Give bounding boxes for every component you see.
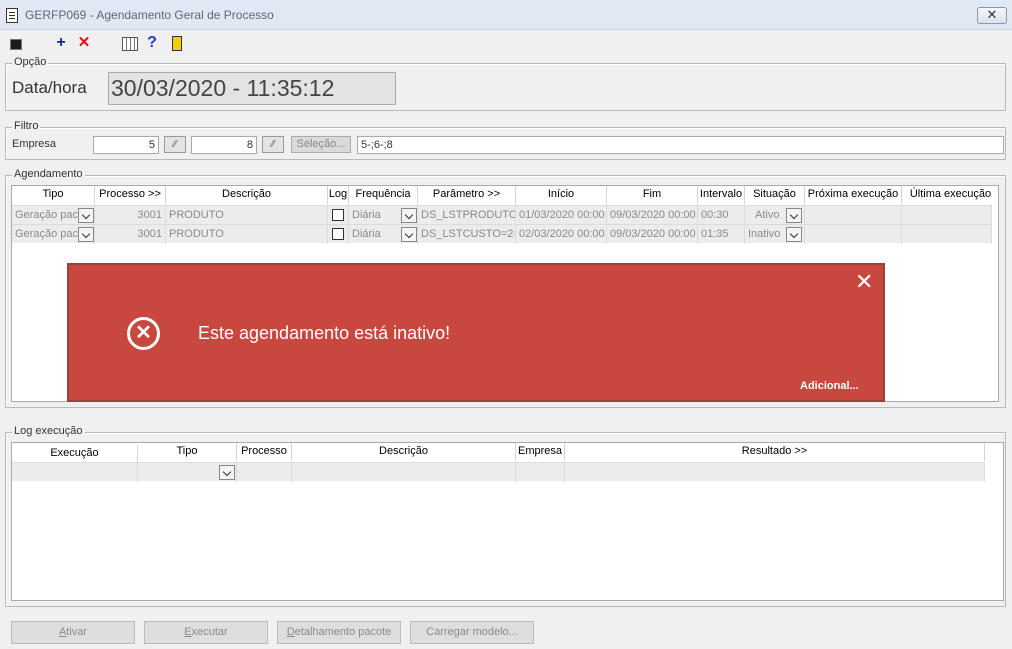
cell-fim[interactable]: 09/03/2020 00:00 bbox=[607, 225, 698, 244]
cell-intervalo[interactable]: 00:30 bbox=[698, 206, 745, 225]
cell-ultima-execucao[interactable] bbox=[902, 225, 992, 244]
executar-mnemonic: E bbox=[184, 626, 192, 638]
col-header-descricao[interactable]: Descrição bbox=[292, 443, 516, 461]
log-grid: Execução Tipo Processo Descrição Empresa… bbox=[11, 442, 1004, 601]
error-toast: ✕ Este agendamento está inativo! ✕ Adici… bbox=[67, 263, 885, 402]
agendamento-legend: Agendamento bbox=[12, 168, 85, 180]
cell-processo[interactable] bbox=[237, 463, 292, 482]
cell-proxima-execucao[interactable] bbox=[805, 225, 902, 244]
detalhamento-pacote-button[interactable]: Detalhamento pacote bbox=[277, 621, 401, 644]
document-icon bbox=[6, 8, 18, 23]
table-row[interactable]: Geração pacote 3001 PRODUTO Diária DS_LS… bbox=[12, 205, 992, 225]
empresa-to-input[interactable]: 8 bbox=[191, 136, 257, 154]
chevron-down-icon[interactable] bbox=[78, 208, 94, 223]
window-title: GERFP069 - Agendamento Geral de Processo bbox=[25, 8, 274, 22]
col-header-resultado[interactable]: Resultado >> bbox=[565, 443, 985, 461]
help-icon[interactable]: ? bbox=[144, 35, 160, 51]
col-header-log[interactable]: Log bbox=[328, 186, 349, 204]
selecao-button[interactable]: Seleção... bbox=[291, 136, 351, 153]
carregar-modelo-button[interactable]: Carregar modelo... bbox=[410, 621, 534, 644]
col-header-execucao[interactable]: Execução bbox=[12, 445, 138, 463]
datetime-label: Data/hora bbox=[12, 78, 87, 97]
detalhamento-label: etalhamento pacote bbox=[294, 626, 392, 638]
chevron-down-icon[interactable] bbox=[219, 465, 235, 480]
chevron-down-icon[interactable] bbox=[401, 208, 417, 223]
toast-close-icon[interactable]: ✕ bbox=[855, 271, 873, 293]
cell-inicio[interactable]: 01/03/2020 00:00 bbox=[516, 206, 607, 225]
chevron-down-icon[interactable] bbox=[401, 227, 417, 242]
calendar-icon[interactable] bbox=[121, 35, 138, 51]
cell-descricao[interactable]: PRODUTO bbox=[166, 206, 328, 225]
datetime-field: 30/03/2020 - 11:35:12 bbox=[108, 72, 396, 105]
chevron-down-icon[interactable] bbox=[786, 227, 802, 242]
table-row[interactable]: Geração pacote 3001 PRODUTO Diária DS_LS… bbox=[12, 224, 992, 244]
filtro-group: Filtro Empresa 5 ⁄⁄ 8 ⁄⁄ Seleção... 5-;6… bbox=[5, 120, 1006, 160]
log-checkbox[interactable] bbox=[332, 209, 344, 221]
cell-descricao[interactable] bbox=[292, 463, 516, 482]
cell-frequencia-text: Diária bbox=[352, 209, 381, 221]
log-group: Log execução Execução Tipo Processo Desc… bbox=[5, 425, 1006, 607]
table-row[interactable] bbox=[12, 462, 985, 482]
col-header-processo[interactable]: Processo bbox=[237, 443, 292, 461]
chevron-down-icon[interactable] bbox=[78, 227, 94, 242]
col-header-parametro[interactable]: Parâmetro >> bbox=[418, 186, 516, 204]
col-header-proxima-execucao[interactable]: Próxima execução bbox=[805, 186, 902, 204]
selecao-field[interactable]: 5-;6-;8 bbox=[357, 136, 1004, 154]
toast-message: Este agendamento está inativo! bbox=[198, 323, 451, 343]
empresa-to-lookup-icon[interactable]: ⁄⁄ bbox=[262, 136, 284, 153]
ativar-button[interactable]: Ativar bbox=[11, 621, 135, 644]
cell-situacao-text: Ativo bbox=[755, 209, 780, 221]
cell-inicio[interactable]: 02/03/2020 00:00 bbox=[516, 225, 607, 244]
chevron-down-icon[interactable] bbox=[786, 208, 802, 223]
col-header-ultima-execucao[interactable]: Última execução bbox=[902, 186, 998, 204]
col-header-tipo[interactable]: Tipo bbox=[138, 443, 237, 461]
add-icon[interactable]: + bbox=[53, 35, 69, 51]
detalhamento-mnemonic: D bbox=[286, 626, 295, 638]
delete-icon[interactable]: ✕ bbox=[76, 35, 92, 51]
opcao-legend: Opção bbox=[12, 56, 49, 68]
cell-situacao-text: Inativo bbox=[748, 228, 781, 240]
cell-fim[interactable]: 09/03/2020 00:00 bbox=[607, 206, 698, 225]
cell-processo[interactable]: 3001 bbox=[95, 225, 166, 244]
col-header-processo[interactable]: Processo >> bbox=[95, 186, 166, 204]
col-header-descricao[interactable]: Descrição bbox=[166, 186, 328, 204]
cell-intervalo[interactable]: 01:35 bbox=[698, 225, 745, 244]
error-circle-icon: ✕ bbox=[127, 317, 160, 350]
title-bar: GERFP069 - Agendamento Geral de Processo… bbox=[0, 0, 1012, 30]
ativar-label: tivar bbox=[66, 626, 88, 638]
toast-more-link[interactable]: Adicional... bbox=[800, 380, 859, 392]
cell-execucao[interactable] bbox=[12, 463, 138, 482]
col-header-situacao[interactable]: Situação bbox=[745, 186, 805, 204]
executar-button[interactable]: Executar bbox=[144, 621, 268, 644]
cell-ultima-execucao[interactable] bbox=[902, 206, 992, 225]
cell-processo[interactable]: 3001 bbox=[95, 206, 166, 225]
toolbar: + ✕ ? bbox=[0, 31, 1012, 55]
col-header-inicio[interactable]: Início bbox=[516, 186, 607, 204]
col-header-empresa[interactable]: Empresa bbox=[516, 443, 565, 461]
door-exit-icon[interactable] bbox=[169, 35, 185, 51]
cell-empresa[interactable] bbox=[516, 463, 565, 482]
filtro-legend: Filtro bbox=[12, 120, 41, 132]
executar-label: xecutar bbox=[191, 626, 228, 638]
empresa-from-lookup-icon[interactable]: ⁄⁄ bbox=[164, 136, 186, 153]
col-header-frequencia[interactable]: Frequência bbox=[349, 186, 418, 204]
cell-proxima-execucao[interactable] bbox=[805, 206, 902, 225]
col-header-fim[interactable]: Fim bbox=[607, 186, 698, 204]
log-checkbox[interactable] bbox=[332, 228, 344, 240]
exit-icon[interactable] bbox=[8, 35, 24, 51]
cell-parametro[interactable]: DS_LSTPRODUTO= bbox=[418, 206, 516, 225]
cell-descricao[interactable]: PRODUTO bbox=[166, 225, 328, 244]
window-close-button[interactable]: ✕ bbox=[977, 7, 1007, 24]
empresa-from-input[interactable]: 5 bbox=[93, 136, 159, 154]
cell-parametro[interactable]: DS_LSTCUSTO=2-; bbox=[418, 225, 516, 244]
log-legend: Log execução bbox=[12, 425, 85, 437]
cell-frequencia-text: Diária bbox=[352, 228, 381, 240]
opcao-group: Opção Data/hora 30/03/2020 - 11:35:12 bbox=[5, 56, 1006, 111]
col-header-tipo[interactable]: Tipo bbox=[12, 186, 95, 204]
col-header-intervalo[interactable]: Intervalo bbox=[698, 186, 745, 204]
cell-resultado[interactable] bbox=[565, 463, 985, 482]
empresa-label: Empresa bbox=[12, 138, 57, 150]
